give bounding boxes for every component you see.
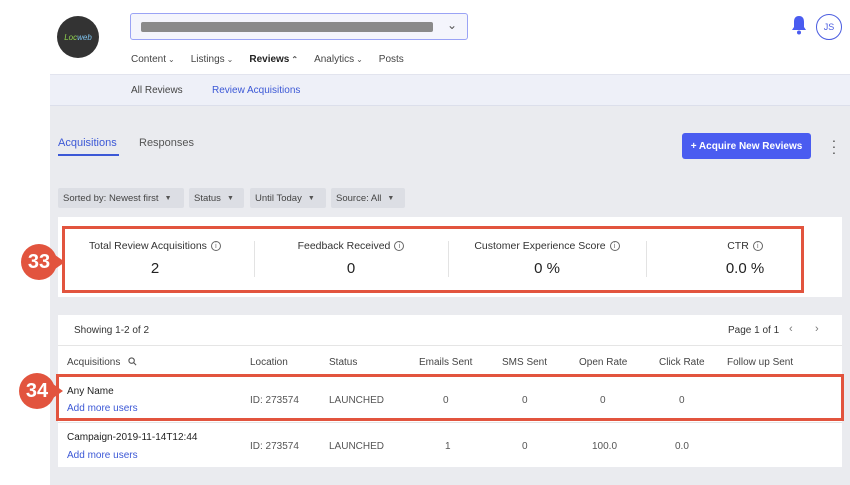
active-tab-underline [58, 154, 119, 156]
nav-item-reviews[interactable]: Reviews ⌃ [249, 54, 298, 65]
row-status: LAUNCHED [329, 441, 385, 452]
tab-acquisitions[interactable]: Acquisitions [58, 137, 117, 149]
add-more-users-link[interactable]: Add more users [67, 450, 138, 461]
filter-date[interactable]: Until Today ▼ [250, 188, 326, 208]
row-emails-sent: 1 [445, 441, 451, 452]
badge-pointer [53, 384, 63, 398]
row-sms-sent: 0 [522, 441, 528, 452]
bell-icon[interactable] [790, 15, 808, 35]
chevron-down-icon: ▼ [226, 194, 234, 202]
subnav-review-acquisitions[interactable]: Review Acquisitions [212, 85, 300, 96]
row-open-rate: 100.0 [592, 441, 618, 452]
tab-responses[interactable]: Responses [139, 137, 194, 149]
column-header-emails-sent[interactable]: Emails Sent [419, 357, 472, 368]
chevron-down-icon: ⌄ [446, 18, 457, 32]
column-header-click-rate[interactable]: Click Rate [659, 357, 705, 368]
app-logo[interactable]: Locweb [57, 16, 99, 58]
column-header-open-rate[interactable]: Open Rate [579, 357, 627, 368]
filter-source[interactable]: Source: All ▼ [331, 188, 405, 208]
top-header: Locweb ⌄ Content ⌄ Listings ⌄ Reviews ⌃ Ana… [0, 0, 850, 74]
filter-sort[interactable]: Sorted by: Newest first ▼ [58, 188, 184, 208]
nav-item-posts[interactable]: Posts [379, 54, 404, 65]
column-header-acquisitions[interactable]: Acquisitions [67, 357, 120, 368]
row-acquisition-name[interactable]: Campaign-2019-11-14T12:44 [67, 432, 197, 443]
chevron-down-icon: ▼ [307, 194, 315, 202]
highlight-box-33 [62, 226, 804, 293]
divider [58, 345, 842, 346]
subnav-all-reviews[interactable]: All Reviews [131, 85, 183, 96]
column-header-location[interactable]: Location [250, 357, 288, 368]
next-page-icon[interactable]: › [815, 323, 819, 335]
column-header-follow-up-sent[interactable]: Follow up Sent [727, 357, 793, 368]
chevron-down-icon: ▼ [387, 194, 395, 202]
chevron-down-icon: ▼ [164, 194, 172, 202]
nav-item-analytics[interactable]: Analytics ⌄ [314, 54, 363, 65]
sub-nav: All Reviews Review Acquisitions [50, 74, 850, 106]
badge-pointer [55, 255, 65, 269]
highlight-box-34 [56, 374, 844, 421]
location-select[interactable]: ⌄ [130, 13, 468, 40]
logo-text: Locweb [64, 32, 92, 42]
row-click-rate: 0.0 [675, 441, 689, 452]
column-header-status[interactable]: Status [329, 357, 357, 368]
page-indicator: Page 1 of 1 [728, 325, 780, 336]
row-location: ID: 273574 [250, 441, 299, 452]
filter-status[interactable]: Status ▼ [189, 188, 244, 208]
showing-count: Showing 1-2 of 2 [74, 325, 150, 336]
annotation-badge-33: 33 [21, 244, 57, 280]
acquire-new-reviews-button[interactable]: + Acquire New Reviews [682, 133, 811, 159]
user-avatar[interactable]: JS [816, 14, 842, 40]
prev-page-icon[interactable]: ‹ [789, 323, 793, 335]
search-icon[interactable] [128, 357, 137, 366]
nav-item-content[interactable]: Content ⌄ [131, 54, 175, 65]
annotation-badge-34: 34 [19, 373, 55, 409]
more-options-icon[interactable]: · · · [829, 133, 839, 159]
redacted-location-name [141, 22, 433, 32]
column-header-sms-sent[interactable]: SMS Sent [502, 357, 547, 368]
main-nav: Content ⌄ Listings ⌄ Reviews ⌃ Analytics ⌄ P… [131, 54, 404, 65]
divider [58, 422, 842, 423]
nav-item-listings[interactable]: Listings ⌄ [191, 54, 234, 65]
